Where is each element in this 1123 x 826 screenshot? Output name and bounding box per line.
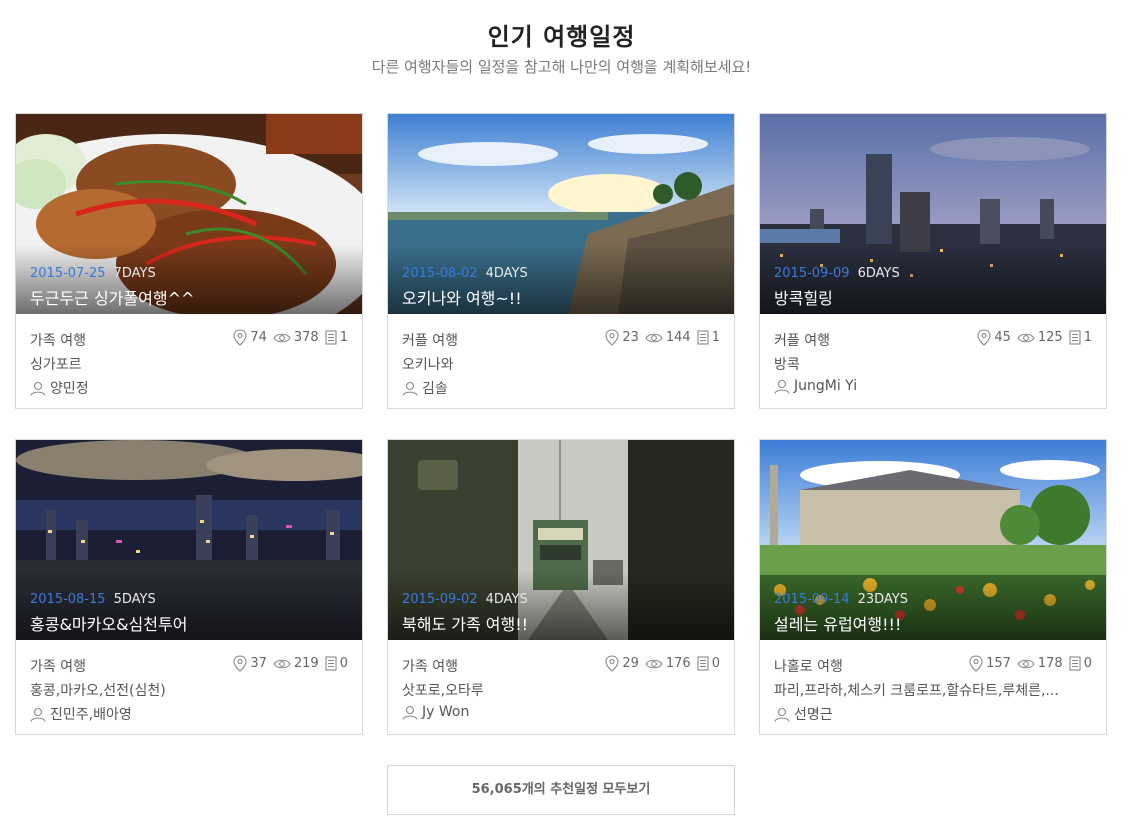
trip-date: 2015-09-14 — [774, 592, 850, 607]
trip-author[interactable]: 선명근 — [794, 704, 833, 724]
trip-duration: 4DAYS — [485, 266, 528, 281]
trip-card[interactable]: 2015-08-15 5DAYS 홍콩&마카오&심천투어 가족 여행 37 219… — [15, 439, 363, 735]
trip-stats: 157 178 0 — [963, 655, 1092, 672]
eye-icon — [273, 659, 291, 668]
trip-duration: 6DAYS — [857, 266, 900, 281]
trip-stats: 37 219 0 — [227, 655, 348, 672]
trip-location: 오키나와 — [402, 357, 454, 373]
trip-card[interactable]: 2015-09-14 23DAYS 설레는 유럽여행!!! 나홀로 여행 157 … — [759, 439, 1107, 735]
user-icon — [774, 379, 790, 394]
view-all-trips-button[interactable]: 56,065개의 추천일정 모두보기 — [387, 765, 735, 815]
trip-category: 커플 여행 — [774, 333, 830, 349]
trip-date: 2015-08-15 — [30, 592, 106, 607]
trip-photo — [16, 114, 362, 314]
notes-count: 0 — [1083, 656, 1092, 671]
trip-title[interactable]: 오키나와 여행~!! — [402, 285, 522, 309]
trip-duration: 4DAYS — [485, 592, 528, 607]
trip-stats: 23 144 1 — [599, 329, 720, 346]
document-icon — [697, 330, 709, 345]
trip-card[interactable]: 2015-09-09 6DAYS 방콕힐링 커플 여행 45 125 1 방콕 J… — [759, 113, 1107, 409]
notes-count: 0 — [711, 656, 720, 671]
trip-author[interactable]: JungMi Yi — [794, 378, 857, 394]
trip-location: 파리,프라하,체스키 크룸로프,할슈타트,루체른,... — [774, 683, 1059, 699]
trip-author[interactable]: 진민주,배아영 — [50, 704, 132, 724]
document-icon — [1069, 656, 1081, 671]
trip-author[interactable]: 양민정 — [50, 378, 89, 398]
trip-card[interactable]: 2015-09-02 4DAYS 북해도 가족 여행!! 가족 여행 29 176… — [387, 439, 735, 735]
document-icon — [325, 656, 337, 671]
views-count: 176 — [665, 656, 691, 671]
document-icon — [1069, 330, 1081, 345]
trip-title[interactable]: 북해도 가족 여행!! — [402, 611, 528, 635]
trip-location: 방콕 — [774, 357, 800, 373]
views-count: 219 — [293, 656, 319, 671]
user-icon — [30, 381, 46, 396]
trip-duration: 7DAYS — [113, 266, 156, 281]
places-count: 37 — [250, 656, 267, 671]
trip-category: 나홀로 여행 — [774, 659, 843, 675]
places-count: 74 — [250, 330, 267, 345]
views-count: 178 — [1037, 656, 1063, 671]
trip-duration: 5DAYS — [113, 592, 156, 607]
trip-category: 커플 여행 — [402, 333, 458, 349]
trip-photo — [16, 440, 362, 640]
map-pin-icon — [969, 655, 983, 672]
trip-category: 가족 여행 — [402, 659, 458, 675]
trip-card[interactable]: 2015-07-25 7DAYS 두근두근 싱가폴여행^^ 가족 여행 74 37… — [15, 113, 363, 409]
notes-count: 1 — [339, 330, 348, 345]
document-icon — [697, 656, 709, 671]
views-count: 378 — [293, 330, 319, 345]
eye-icon — [1017, 659, 1035, 668]
map-pin-icon — [605, 329, 619, 346]
trip-location: 싱가포르 — [30, 357, 82, 373]
trip-title[interactable]: 설레는 유럽여행!!! — [774, 611, 901, 635]
trip-stats: 29 176 0 — [599, 655, 720, 672]
trip-author[interactable]: Jy Won — [422, 704, 469, 720]
trip-duration: 23DAYS — [857, 592, 908, 607]
map-pin-icon — [233, 329, 247, 346]
trip-card[interactable]: 2015-08-02 4DAYS 오키나와 여행~!! 커플 여행 23 144 … — [387, 113, 735, 409]
trip-photo — [388, 114, 734, 314]
section-title: 인기 여행일정 — [487, 23, 636, 51]
user-icon — [402, 381, 418, 396]
user-icon — [30, 707, 46, 722]
trip-category: 가족 여행 — [30, 333, 86, 349]
map-pin-icon — [977, 329, 991, 346]
eye-icon — [645, 333, 663, 342]
trip-title[interactable]: 홍콩&마카오&심천투어 — [30, 611, 187, 635]
user-icon — [402, 705, 418, 720]
trip-author[interactable]: 김솔 — [422, 378, 448, 398]
places-count: 23 — [622, 330, 639, 345]
trip-date: 2015-09-09 — [774, 266, 850, 281]
trip-location: 홍콩,마카오,선전(심천) — [30, 683, 166, 699]
trip-photo — [760, 114, 1106, 314]
eye-icon — [1017, 333, 1035, 342]
trip-stats: 45 125 1 — [971, 329, 1092, 346]
eye-icon — [273, 333, 291, 342]
trip-title[interactable]: 방콕힐링 — [774, 285, 833, 309]
document-icon — [325, 330, 337, 345]
places-count: 45 — [994, 330, 1011, 345]
trip-photo — [760, 440, 1106, 640]
user-icon — [774, 707, 790, 722]
trip-date: 2015-09-02 — [402, 592, 478, 607]
views-count: 125 — [1037, 330, 1063, 345]
trip-location: 삿포로,오타루 — [402, 683, 484, 699]
trip-date: 2015-08-02 — [402, 266, 478, 281]
section-subtitle: 다른 여행자들의 일정을 참고해 나만의 여행을 계획해보세요! — [371, 58, 752, 76]
map-pin-icon — [605, 655, 619, 672]
notes-count: 0 — [339, 656, 348, 671]
trip-date: 2015-07-25 — [30, 266, 106, 281]
trip-photo — [388, 440, 734, 640]
places-count: 29 — [622, 656, 639, 671]
trip-stats: 74 378 1 — [227, 329, 348, 346]
places-count: 157 — [986, 656, 1011, 671]
trip-category: 가족 여행 — [30, 659, 86, 675]
eye-icon — [645, 659, 663, 668]
views-count: 144 — [665, 330, 691, 345]
notes-count: 1 — [1083, 330, 1092, 345]
trip-title[interactable]: 두근두근 싱가폴여행^^ — [30, 285, 194, 309]
map-pin-icon — [233, 655, 247, 672]
notes-count: 1 — [711, 330, 720, 345]
